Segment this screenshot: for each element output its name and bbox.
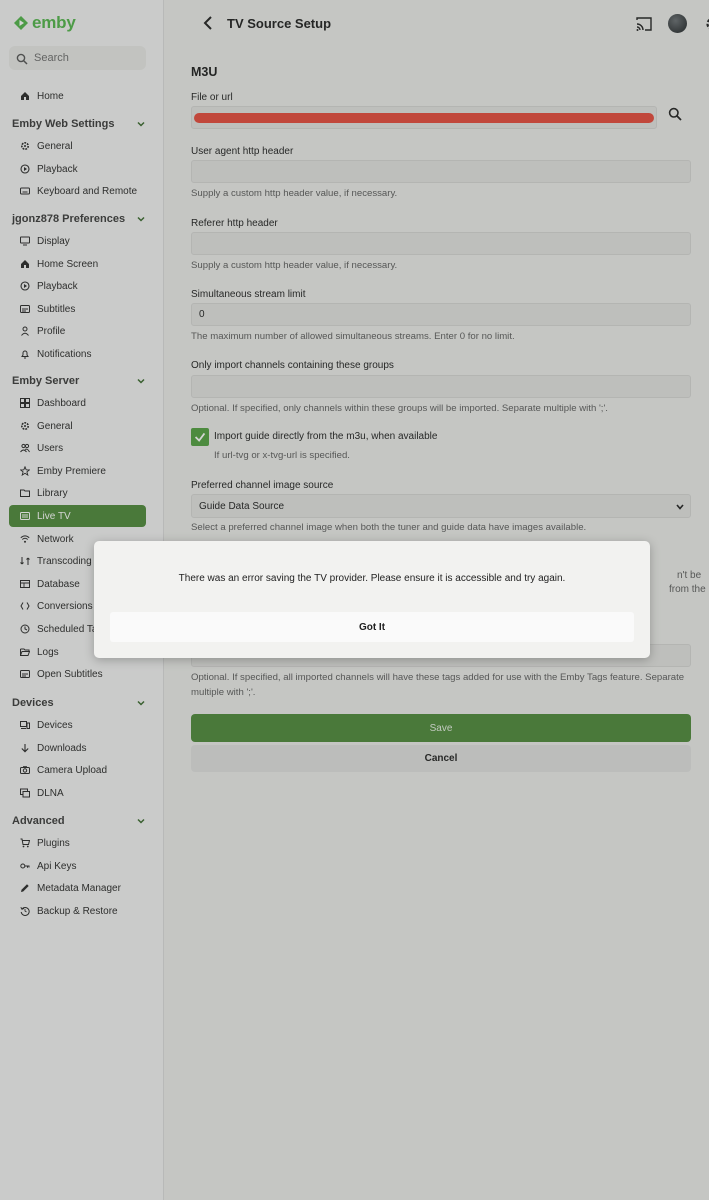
got-it-button[interactable]: Got It (110, 612, 634, 642)
error-message: There was an error saving the TV provide… (178, 573, 566, 584)
error-dialog: There was an error saving the TV provide… (94, 541, 650, 658)
